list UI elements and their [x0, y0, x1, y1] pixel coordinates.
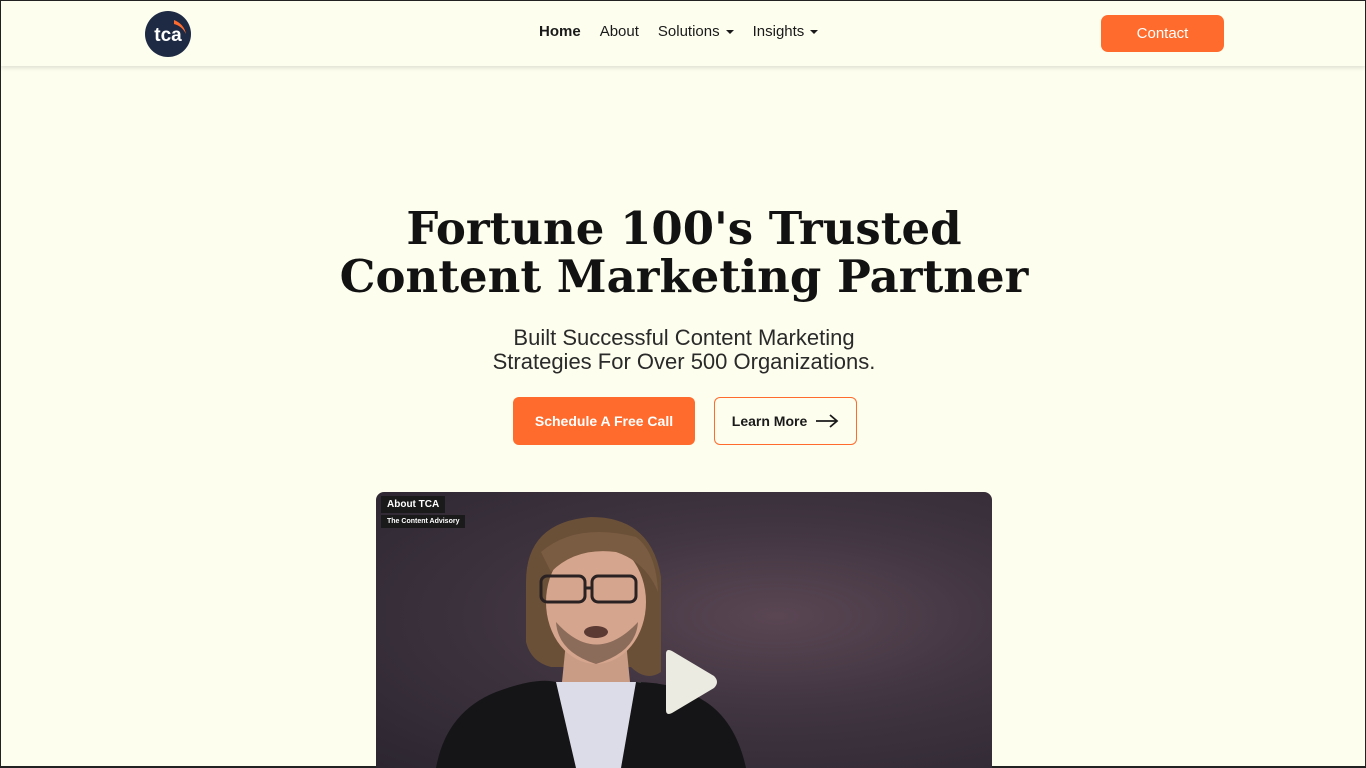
hero-subtitle-line-2: Strategies For Over 500 Organizations.	[492, 349, 876, 374]
arrow-right-icon	[815, 414, 839, 428]
site-header: tca Home About Solutions Insights Contac…	[1, 0, 1365, 66]
nav-home-label: Home	[539, 23, 581, 40]
nav-about-label: About	[599, 23, 639, 40]
hero-subtitle-line-1: Built Successful Content Marketing	[513, 325, 855, 350]
nav-insights-label: Insights	[752, 23, 805, 40]
hero-title: Fortune 100's Trusted Content Marketing …	[1, 205, 1366, 301]
learn-more-label: Learn More	[731, 413, 808, 429]
nav-solutions-label: Solutions	[657, 23, 720, 40]
hero-title-line-2: Content Marketing Partner	[339, 250, 1029, 303]
video-channel[interactable]: The Content Advisory	[381, 515, 466, 528]
play-icon[interactable]	[658, 648, 720, 716]
contact-button[interactable]: Contact	[1101, 15, 1224, 52]
hero-title-line-1: Fortune 100's Trusted	[406, 202, 962, 255]
schedule-call-button[interactable]: Schedule A Free Call	[513, 397, 695, 445]
logo-text: tca	[154, 25, 182, 46]
video-player[interactable]: About TCA The Content Advisory	[376, 492, 992, 768]
schedule-call-label: Schedule A Free Call	[534, 413, 674, 429]
learn-more-button[interactable]: Learn More	[714, 397, 857, 445]
chevron-down-icon	[725, 30, 734, 34]
nav-insights[interactable]: Insights	[753, 23, 819, 40]
hero-subtitle: Built Successful Content Marketing Strat…	[1, 326, 1366, 374]
main-nav: Home About Solutions Insights	[539, 23, 837, 40]
tca-logo[interactable]: tca	[144, 10, 192, 58]
video-thumbnail	[436, 517, 746, 768]
video-title[interactable]: About TCA	[381, 496, 446, 513]
chevron-down-icon	[810, 30, 819, 34]
nav-solutions[interactable]: Solutions	[658, 23, 734, 40]
nav-about[interactable]: About	[600, 23, 639, 40]
nav-home[interactable]: Home	[539, 23, 581, 40]
